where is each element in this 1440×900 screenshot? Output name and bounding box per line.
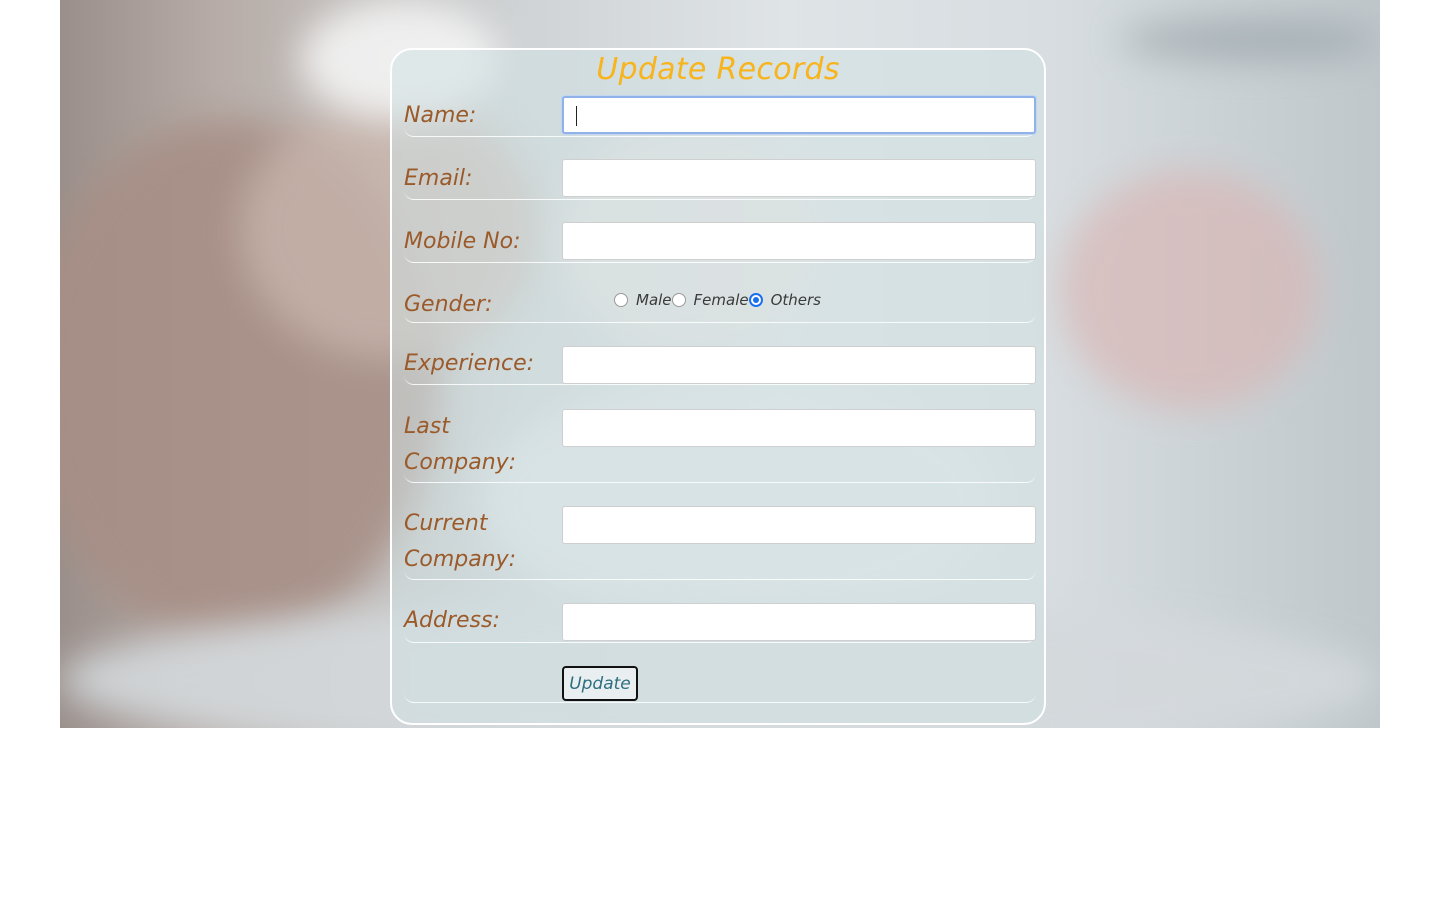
last-company-label-line1: Last: [404, 414, 450, 439]
current-company-label-line1: Current: [404, 511, 488, 536]
gender-row: Gender: Male Female Others: [404, 285, 1036, 323]
gender-label: Gender:: [404, 292, 493, 317]
gender-radio-group: Male Female Others: [614, 285, 821, 315]
last-company-input[interactable]: [562, 409, 1036, 447]
address-input[interactable]: [562, 603, 1036, 641]
gender-male-radio[interactable]: [614, 293, 628, 307]
submit-row: Update: [404, 666, 1036, 703]
name-row: Name:: [404, 96, 1036, 137]
email-row: Email:: [404, 159, 1036, 200]
gender-male-label: Male: [636, 291, 672, 309]
experience-input[interactable]: [562, 346, 1036, 384]
email-label: Email:: [404, 166, 473, 191]
address-row: Address:: [404, 603, 1036, 643]
update-button[interactable]: Update: [562, 666, 638, 701]
name-label: Name:: [404, 103, 477, 128]
experience-row: Experience:: [404, 346, 1036, 385]
gender-others-radio[interactable]: [748, 293, 763, 307]
mobile-input[interactable]: [562, 222, 1036, 260]
mobile-row: Mobile No:: [404, 222, 1036, 263]
current-company-input[interactable]: [562, 506, 1036, 544]
current-company-label: Current Company:: [404, 506, 554, 578]
last-company-row: Last Company:: [404, 409, 1036, 483]
gender-female-label: Female: [693, 291, 749, 309]
update-records-form: Update Records Name: Email: Mobile No: G…: [390, 48, 1046, 725]
address-label: Address:: [404, 608, 500, 633]
last-company-label-line2: Company:: [404, 450, 517, 475]
gender-female-radio[interactable]: [671, 293, 686, 307]
gender-others-label: Others: [770, 291, 821, 309]
last-company-label: Last Company:: [404, 409, 554, 481]
current-company-label-line2: Company:: [404, 547, 517, 572]
form-title: Update Records: [596, 52, 840, 87]
experience-label: Experience:: [404, 351, 535, 376]
name-input[interactable]: [562, 96, 1036, 134]
email-input[interactable]: [562, 159, 1036, 197]
current-company-row: Current Company:: [404, 506, 1036, 580]
text-caret: [576, 106, 577, 126]
mobile-label: Mobile No:: [404, 229, 521, 254]
